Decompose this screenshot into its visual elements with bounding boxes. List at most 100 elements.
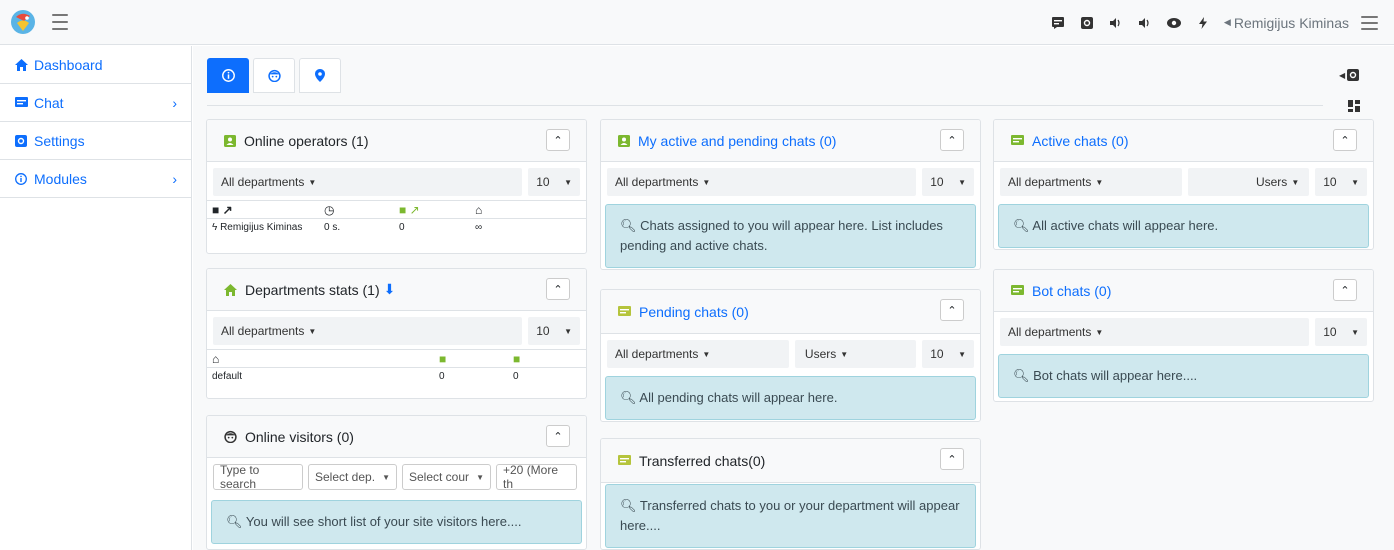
- layout-icon[interactable]: [1348, 100, 1360, 115]
- department-select[interactable]: All departments ▼: [1000, 318, 1310, 346]
- right-menu-icon[interactable]: [1361, 15, 1378, 30]
- panel-header: Departments stats (1) ⬇ ⌃: [207, 269, 586, 311]
- panel-title[interactable]: Bot chats (0): [1032, 283, 1111, 299]
- home-icon: [15, 58, 29, 71]
- caret-down-icon: ▼: [564, 326, 572, 336]
- home-icon: ⌂: [475, 202, 483, 217]
- tab-map[interactable]: [299, 58, 341, 93]
- download-icon[interactable]: ⬇: [384, 281, 396, 298]
- collapse-button[interactable]: ⌃: [546, 425, 570, 447]
- logo-icon[interactable]: [10, 9, 36, 35]
- panel-title[interactable]: Active chats (0): [1032, 133, 1128, 149]
- sidebar-item-dashboard[interactable]: Dashboard: [0, 46, 191, 84]
- my-active-pending-panel: My active and pending chats (0) ⌃ All de…: [600, 119, 981, 270]
- caret-down-icon: ▼: [564, 177, 572, 187]
- table-header-row: ⌂ ■ ■: [207, 349, 586, 368]
- sound-icon[interactable]: [1102, 0, 1131, 45]
- collapse-button[interactable]: ⌃: [1333, 279, 1357, 301]
- caret-down-icon: ▼: [1095, 177, 1104, 187]
- active-chats-panel: Active chats (0) ⌃ All departments ▼ User…: [993, 119, 1374, 250]
- caret-left-icon: ◀: [1339, 70, 1346, 80]
- face-icon: [224, 430, 237, 443]
- department-name: default: [207, 367, 434, 386]
- map-marker-icon: [315, 69, 325, 82]
- collapse-button[interactable]: ⌃: [940, 129, 964, 151]
- per-page-select[interactable]: 10 ▼: [528, 168, 580, 196]
- department-select[interactable]: All departments ▼: [607, 168, 917, 196]
- department-select[interactable]: All departments ▼: [213, 168, 523, 196]
- panel-title: Transferred chats(0): [639, 452, 766, 469]
- search-icon: 🔍︎: [620, 498, 637, 513]
- table-header-row: ■ ↗ ◷ ■ ↗ ⌂: [207, 200, 586, 219]
- chevron-up-icon: ⌃: [947, 134, 957, 147]
- transferred-chats-panel: Transferred chats(0) ⌃ 🔍︎ Transferred ch…: [600, 438, 981, 550]
- panel-title[interactable]: My active and pending chats (0): [638, 133, 836, 149]
- filters: All departments ▼ Users ▼ 10 ▼: [601, 334, 980, 372]
- menu-toggle-icon[interactable]: [52, 14, 68, 30]
- dashboard-tabs: [207, 58, 345, 93]
- users-select[interactable]: Users ▼: [794, 340, 917, 368]
- chevron-up-icon: ⌃: [1340, 134, 1350, 147]
- chevron-right-icon: ›: [172, 171, 177, 187]
- chevron-up-icon: ⌃: [553, 430, 563, 443]
- visitor-search-input[interactable]: Type to search: [213, 463, 303, 491]
- per-page-select[interactable]: 10 ▼: [1315, 168, 1367, 196]
- panel-title[interactable]: Pending chats (0): [639, 304, 749, 320]
- home-icon: [224, 283, 237, 296]
- department-select[interactable]: All departments ▼: [1000, 168, 1182, 196]
- user-menu[interactable]: ◀ Remigijus Kiminas: [1224, 15, 1349, 31]
- caret-down-icon: ▼: [1291, 177, 1300, 187]
- user-trend-icon: ■ ↗: [212, 202, 233, 217]
- filters: All departments ▼ Users ▼ 10 ▼: [994, 162, 1373, 200]
- caret-down-icon: ▼: [308, 326, 317, 336]
- per-page-select[interactable]: 10 ▼: [1315, 318, 1367, 346]
- collapse-button[interactable]: ⌃: [546, 278, 570, 300]
- chat-icon: ■: [513, 351, 521, 366]
- search-icon: 🔍︎: [1013, 368, 1030, 383]
- collapse-button[interactable]: ⌃: [940, 299, 964, 321]
- collapse-button[interactable]: ⌃: [940, 448, 964, 470]
- user-icon: [224, 134, 236, 147]
- panel-config-button[interactable]: ◀: [1339, 69, 1360, 81]
- pending-info-alert: 🔍︎ All pending chats will appear here.: [605, 376, 976, 420]
- collapse-button[interactable]: ⌃: [1333, 129, 1357, 151]
- panel-header: Active chats (0) ⌃: [994, 120, 1373, 162]
- panel-title: Departments stats (1): [245, 281, 380, 298]
- users-select[interactable]: Users ▼: [1187, 168, 1310, 196]
- settings-icon[interactable]: [1073, 0, 1102, 45]
- caret-left-icon: ◀: [1223, 17, 1231, 27]
- top-bar: ◀ Remigijus Kiminas: [0, 0, 1394, 45]
- filters: Type to search Select dep. ▼ Select cour ▼…: [207, 458, 586, 496]
- sound-icon[interactable]: [1131, 0, 1160, 45]
- dashboard-main: ◀ Online operators (1) ⌃ All departments…: [193, 46, 1394, 550]
- per-page-select[interactable]: 10 ▼: [528, 317, 580, 345]
- per-page-select[interactable]: 10 ▼: [922, 340, 975, 368]
- country-select[interactable]: Select cour ▼: [402, 464, 491, 490]
- message-icon[interactable]: [1044, 0, 1073, 45]
- per-page-select[interactable]: 10 ▼: [922, 168, 974, 196]
- panel-header: Pending chats (0) ⌃: [601, 290, 980, 334]
- department-select[interactable]: Select dep. ▼: [308, 464, 397, 490]
- chat-icon: [1011, 134, 1024, 147]
- department-value-a: 0: [434, 367, 508, 386]
- settings-icon: [1347, 69, 1360, 81]
- table-row[interactable]: ϟ Remigijus Kiminas 0 s. 0 ∞: [207, 218, 586, 237]
- sidebar-item-settings[interactable]: Settings: [0, 122, 191, 160]
- chat-icon: [1011, 284, 1024, 297]
- bolt-icon[interactable]: [1189, 0, 1218, 45]
- search-icon: 🔍︎: [620, 218, 637, 233]
- tab-info[interactable]: [207, 58, 249, 93]
- department-select[interactable]: All departments ▼: [213, 317, 523, 345]
- caret-down-icon: ▼: [702, 349, 711, 359]
- transferred-info-alert: 🔍︎ Transferred chats to you or your depa…: [605, 484, 976, 548]
- sidebar-item-chat[interactable]: Chat ›: [0, 84, 191, 122]
- eye-icon[interactable]: [1160, 0, 1189, 45]
- department-select[interactable]: All departments ▼: [607, 340, 789, 368]
- tab-visitors[interactable]: [253, 58, 295, 93]
- table-row[interactable]: default 0 0: [207, 367, 586, 386]
- collapse-button[interactable]: ⌃: [546, 129, 570, 151]
- caret-down-icon: ▼: [702, 177, 711, 187]
- caret-down-icon: ▼: [382, 472, 390, 482]
- sidebar-item-modules[interactable]: Modules ›: [0, 160, 191, 198]
- more-select[interactable]: +20 (More th: [496, 463, 577, 491]
